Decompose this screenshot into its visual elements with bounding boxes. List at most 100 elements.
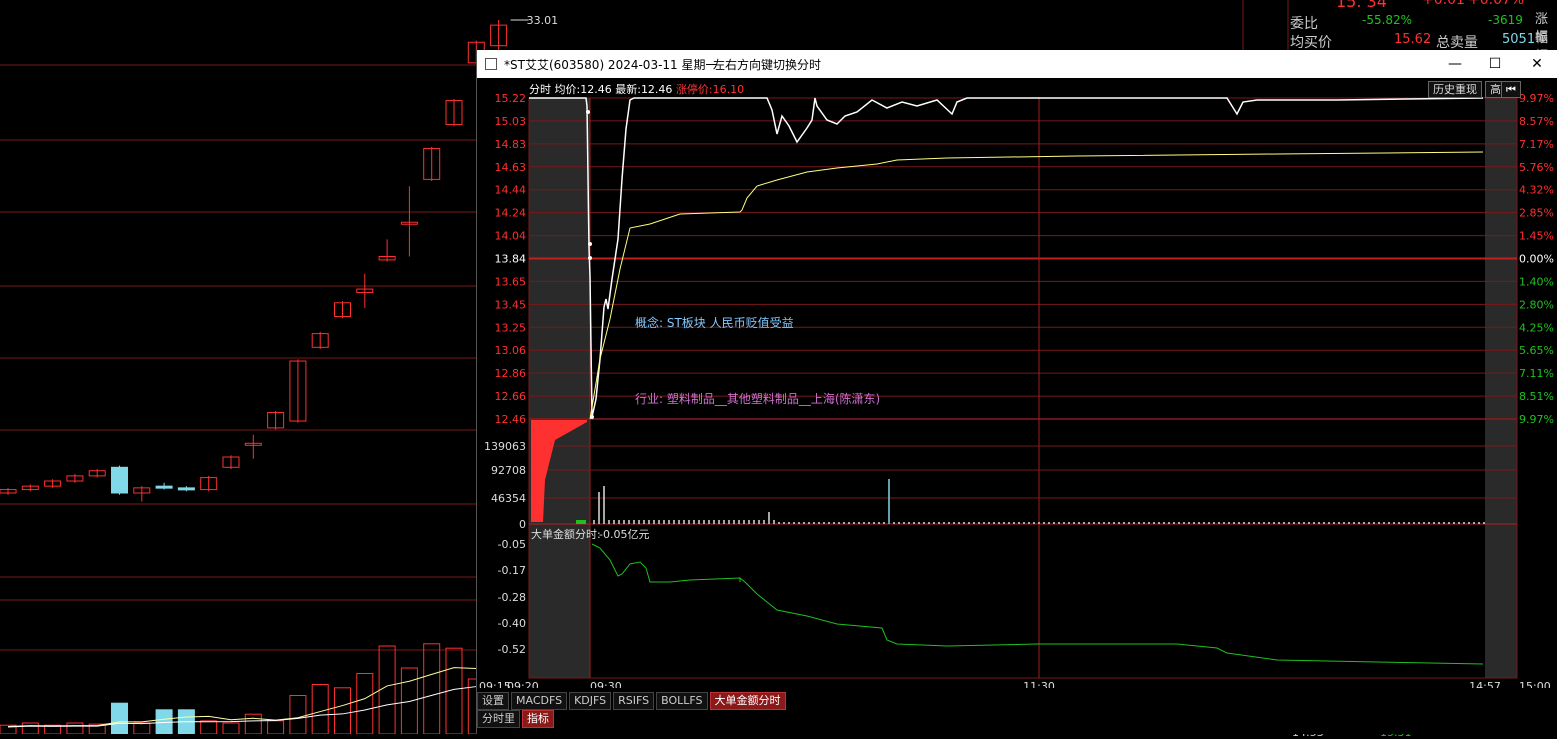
tab-kdjfs[interactable]: KDJFS xyxy=(569,692,612,710)
price-axis-label: 13.06 xyxy=(495,344,527,357)
bg-top-marker: ˇ ˇ xyxy=(750,0,762,6)
volume-bar xyxy=(244,713,262,734)
volume-bar xyxy=(289,695,307,734)
pct-axis-label: 8.57% xyxy=(1519,115,1554,128)
candle-body xyxy=(177,487,195,491)
price-axis-label: 13.25 xyxy=(495,321,527,334)
volume-bar xyxy=(267,720,285,734)
auction-point xyxy=(590,415,594,419)
minimize-icon[interactable]: — xyxy=(1435,52,1475,76)
intraday-chart: 15.22 9.97% 15.03 8.57% 14.83 7.17% 14.63 5.76%… xyxy=(479,92,1554,688)
indicator-axis-label: -0.28 xyxy=(498,591,526,604)
tab-fenshi[interactable]: 分时里 xyxy=(477,710,520,728)
weibi-value: -55.82% xyxy=(1362,13,1413,27)
indicator-axis-label: -0.05 xyxy=(498,538,526,551)
volume-bar xyxy=(222,722,240,734)
tab-macdfs[interactable]: MACDFS xyxy=(511,692,568,710)
volume-bar xyxy=(400,667,418,734)
bg-top-marker: ˇ ˇ xyxy=(660,0,672,6)
tab-settings[interactable]: 设置 xyxy=(477,692,509,710)
indicator-axis-label: -0.17 xyxy=(498,564,526,577)
candle-body xyxy=(155,485,173,489)
bg-top-marker: ˇ ˇ xyxy=(210,0,222,6)
time-axis-label: 14:57 xyxy=(1469,680,1501,688)
bg-top-marker: ˇ ˇ xyxy=(300,0,312,6)
label-avg: 均价: xyxy=(554,83,581,96)
time-axis-label: 11:30 xyxy=(1023,680,1055,688)
bg-top-marker: ˇ ˇ xyxy=(1020,0,1032,6)
pct-axis-label: 9.97% xyxy=(1519,92,1554,105)
volume-axis-label: 92708 xyxy=(491,464,526,477)
volume-bar xyxy=(423,643,441,734)
time-axis-label: 09:20 xyxy=(507,680,539,688)
total-sell-label: 总卖量 xyxy=(1436,35,1478,51)
tab-big-order-amount[interactable]: 大单金额分时 xyxy=(709,692,786,710)
limit-value: 16.10 xyxy=(712,83,745,96)
bg-top-marker: ˇ ˇ xyxy=(840,0,852,6)
volume-ma10-line xyxy=(7,679,499,728)
price-axis-label: 14.04 xyxy=(495,230,527,243)
pct-axis-label: 1.40% xyxy=(1519,275,1554,288)
pct-axis-label: 0.00% xyxy=(1519,253,1554,266)
tab-indicator[interactable]: 指标 xyxy=(522,710,554,728)
total-sell-value: 5051 xyxy=(1502,32,1536,47)
bg-top-marker: ˇ ˇ xyxy=(570,0,582,6)
pct-axis-label: 8.51% xyxy=(1519,390,1554,403)
time-axis-label: 09:30 xyxy=(590,680,622,688)
volume-bar xyxy=(111,702,128,734)
maximize-icon[interactable]: ☐ xyxy=(1475,52,1515,76)
intraday-popup-window[interactable]: *ST艾艾(603580) 2024-03-11 星期一 左右方向键切换分时 —… xyxy=(476,50,1557,734)
price-axis-label: 12.46 xyxy=(495,413,527,426)
window-app-icon xyxy=(485,58,497,70)
bg-top-marker: ˇ ˇ xyxy=(1110,0,1122,6)
price-marker-label: 33.01 xyxy=(527,14,559,27)
price-axis-label: 14.63 xyxy=(495,161,527,174)
window-titlebar[interactable]: *ST艾艾(603580) 2024-03-11 星期一 左右方向键切换分时 —… xyxy=(477,50,1557,78)
time-axis-label: 09:15 xyxy=(479,680,511,688)
pct-axis-label: 4.25% xyxy=(1519,321,1554,334)
price-axis-label: 12.86 xyxy=(495,367,527,380)
auction-volume-green xyxy=(576,520,586,524)
sub-tabs: 分时里 指标 xyxy=(477,710,556,728)
industry-annotation: 行业: 塑料制品__其他塑料制品__上海(陈潇东) xyxy=(635,392,881,406)
volume-ma5-line xyxy=(7,666,499,728)
label-latest: 最新: xyxy=(615,83,641,96)
tab-rsifs[interactable]: RSIFS xyxy=(613,692,655,710)
indicator-tabs: 设置 MACDFS KDJFS RSIFS BOLLFS 大单金额分时 xyxy=(477,692,788,710)
indicator-title: 大单金额分时: xyxy=(531,527,601,541)
bg-top-marker: ˇ ˇ xyxy=(390,0,402,6)
volume-bar xyxy=(356,673,374,734)
volume-bar xyxy=(334,687,351,734)
concept-annotation: 概念: ST板块 人民币贬值受益 xyxy=(635,316,794,330)
price-axis-label: 14.24 xyxy=(495,207,527,220)
right-quote-panel: 15. 34 +0.01 +0.07% 委比 -55.82% -3619 均买价… xyxy=(1288,0,1557,64)
top-change-pct: +0.07% xyxy=(1468,0,1525,8)
history-replay-button[interactable]: 历史重现 xyxy=(1428,81,1482,98)
price-axis-label: 14.44 xyxy=(495,184,527,197)
volume-bar xyxy=(200,720,218,734)
volume-axis-label: 0 xyxy=(519,518,526,531)
price-axis-label: 13.45 xyxy=(495,298,527,311)
back-icon[interactable]: ⏮ xyxy=(1501,81,1521,98)
auction-point xyxy=(588,256,592,260)
pct-axis-label: 7.17% xyxy=(1519,138,1554,151)
price-axis-label: 12.66 xyxy=(495,390,527,403)
price-axis-label: 15.03 xyxy=(495,115,527,128)
chart-frame xyxy=(528,97,1518,679)
window-hint: 左右方向键切换分时 xyxy=(713,58,822,72)
avg-buy-label: 均买价 xyxy=(1290,35,1332,51)
label-limit: 涨停价: xyxy=(675,83,713,96)
close-icon[interactable]: ✕ xyxy=(1517,52,1557,76)
bg-top-marker: ˇ ˇ xyxy=(930,0,942,6)
avg-value: 12.46 xyxy=(580,83,612,96)
bg-top-marker: ˇ ˇ xyxy=(1200,0,1212,6)
price-axis-label: 13.84 xyxy=(495,253,527,266)
price-axis-label: 15.22 xyxy=(495,92,527,105)
call-auction-zone xyxy=(529,98,590,678)
chart-header-info: 分时 均价:12.46 最新:12.46 涨停价:16.10 xyxy=(529,81,744,97)
window-title: *ST艾艾(603580) 2024-03-11 星期一 xyxy=(504,58,718,72)
volume-bar xyxy=(21,722,39,734)
tab-bollfs[interactable]: BOLLFS xyxy=(656,692,708,710)
close-auction-zone xyxy=(1485,98,1517,678)
pct-axis-label: 4.32% xyxy=(1519,184,1554,197)
